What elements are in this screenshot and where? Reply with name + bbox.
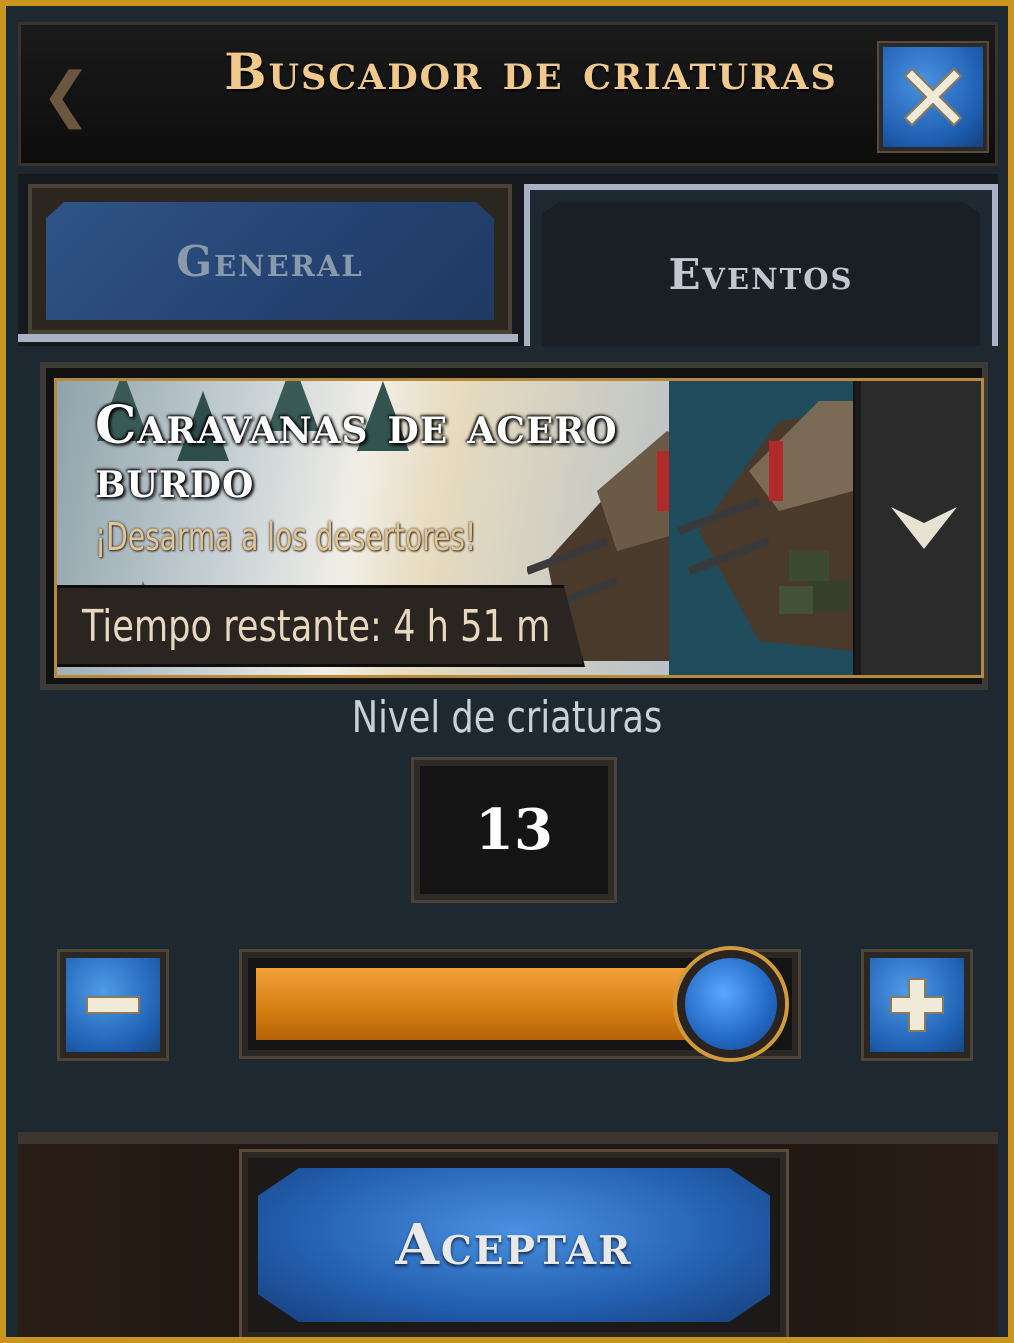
decrease-level-button[interactable] bbox=[57, 949, 169, 1061]
creature-finder-dialog: ❮ Buscador de criaturas General Eventos bbox=[0, 0, 1014, 1343]
tab-general-label: General bbox=[176, 236, 364, 286]
accept-button[interactable]: Aceptar bbox=[239, 1149, 789, 1337]
dialog-header: ❮ Buscador de criaturas bbox=[18, 22, 998, 166]
tab-bar: General Eventos bbox=[18, 174, 998, 346]
increase-level-button[interactable] bbox=[861, 949, 973, 1061]
level-display: 13 bbox=[411, 757, 617, 903]
event-selector[interactable]: Caravanas de acero burdo ¡Desarma a los … bbox=[40, 362, 988, 690]
tab-events[interactable]: Eventos bbox=[524, 184, 998, 346]
slider-handle[interactable] bbox=[677, 950, 786, 1058]
time-remaining: Tiempo restante: 4 h 51 m bbox=[82, 600, 551, 652]
ornament-icon: ❮ bbox=[40, 60, 92, 130]
dialog-title: Buscador de criaturas bbox=[224, 42, 838, 101]
level-label: Nivel de criaturas bbox=[6, 692, 1008, 743]
level-value: 13 bbox=[475, 797, 553, 863]
chevron-down-icon bbox=[891, 507, 957, 549]
tab-events-label: Eventos bbox=[668, 249, 854, 299]
tab-general[interactable]: General bbox=[28, 184, 512, 334]
close-icon bbox=[903, 67, 963, 127]
level-slider[interactable] bbox=[239, 949, 801, 1059]
close-button[interactable] bbox=[877, 41, 989, 153]
slider-fill bbox=[256, 968, 732, 1040]
caravan-image bbox=[677, 401, 853, 651]
plus-icon bbox=[890, 978, 944, 1032]
footer-divider bbox=[18, 1132, 998, 1144]
time-remaining-banner: Tiempo restante: 4 h 51 m bbox=[57, 585, 585, 667]
event-title: Caravanas de acero burdo bbox=[95, 395, 618, 510]
tab-underline bbox=[18, 334, 518, 342]
event-subtitle: ¡Desarma a los desertores! bbox=[95, 515, 477, 559]
event-dropdown-toggle[interactable] bbox=[855, 381, 981, 675]
minus-icon bbox=[86, 996, 140, 1014]
level-label-text: Nivel de criaturas bbox=[351, 692, 663, 743]
event-banner-image-2 bbox=[669, 381, 853, 675]
accept-label: Aceptar bbox=[395, 1212, 633, 1278]
